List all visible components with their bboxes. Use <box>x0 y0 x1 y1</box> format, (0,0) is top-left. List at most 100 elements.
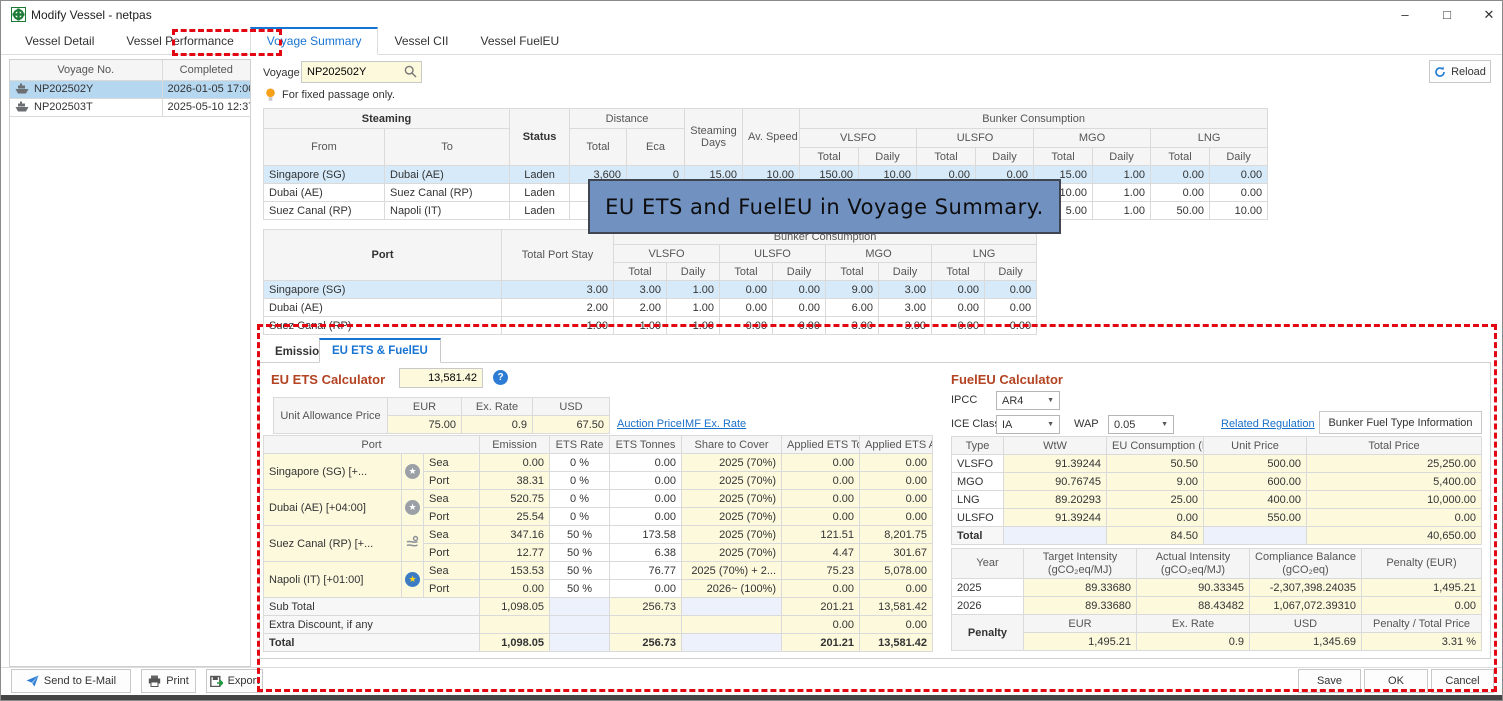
imf-ex-rate-link[interactable]: IMF Ex. Rate <box>682 418 746 430</box>
share-to-cover-cell[interactable]: 2025 (70%) <box>682 526 782 544</box>
bunker-cell: 0.00 <box>985 299 1037 317</box>
fuel-total-consumption: 84.50 <box>1107 527 1204 545</box>
tab-vessel-performance[interactable]: Vessel Performance <box>110 29 249 54</box>
bunker-cell: 0.00 <box>1151 166 1210 184</box>
blank-cell[interactable] <box>610 616 682 634</box>
port-cell: Singapore (SG) <box>264 281 502 299</box>
actual-intensity-cell: 90.33345 <box>1137 579 1250 597</box>
year-table-header: Compliance Balance(gCO₂eq) <box>1250 549 1362 579</box>
unit-price-cell[interactable]: 550.00 <box>1204 509 1307 527</box>
tab-vessel-fueleu[interactable]: Vessel FuelEU <box>465 29 576 54</box>
port-row[interactable]: Dubai (AE)2.002.001.000.000.006.003.000.… <box>264 299 1037 317</box>
bunker-cell: 0.00 <box>773 281 826 299</box>
share-to-cover-cell[interactable]: 2025 (70%) <box>682 454 782 472</box>
extra-discount-applied-tonnes: 0.00 <box>782 616 860 634</box>
blank-cell[interactable] <box>682 616 782 634</box>
share-to-cover-cell[interactable]: 2025 (70%) <box>682 490 782 508</box>
year-cell: 2026 <box>952 597 1024 615</box>
maximize-button[interactable]: □ <box>1440 7 1454 22</box>
share-to-cover-cell[interactable]: 2025 (70%) <box>682 508 782 526</box>
tab-voyage-summary[interactable]: Voyage Summary <box>250 27 379 55</box>
extra-discount-label: Extra Discount, if any <box>264 616 480 634</box>
search-icon[interactable] <box>404 65 417 78</box>
save-button[interactable]: Save <box>1298 669 1361 693</box>
unit-price-cell[interactable]: 600.00 <box>1204 473 1307 491</box>
applied-ets-amount-cell: 0.00 <box>860 508 933 526</box>
tab-vessel-cii[interactable]: Vessel CII <box>378 29 464 54</box>
usd-header: USD <box>533 398 610 416</box>
ets-subtotal-row: Sub Total1,098.05256.73201.2113,581.42 <box>264 598 933 616</box>
close-button[interactable]: ✕ <box>1482 7 1496 23</box>
ship-icon <box>15 83 29 94</box>
wap-select[interactable]: 0.05▼ <box>1108 415 1174 434</box>
bunker-fuel-type-info-button[interactable]: Bunker Fuel Type Information <box>1319 411 1482 434</box>
help-icon[interactable]: ? <box>493 370 508 385</box>
wtw-cell[interactable]: 89.20293 <box>1004 491 1107 509</box>
tab-eu-ets-fueleu[interactable]: EU ETS & FuelEU <box>319 338 441 363</box>
overlay-text: EU ETS and FuelEU in Voyage Summary. <box>605 195 1044 219</box>
wap-value: 0.05 <box>1114 419 1135 431</box>
eu-consumption-cell[interactable]: 9.00 <box>1107 473 1204 491</box>
reload-button[interactable]: Reload <box>1429 60 1491 83</box>
usd-value[interactable]: 67.50 <box>533 416 610 434</box>
voyage-list-row[interactable]: NP202502Y 2026-01-05 17:00 <box>10 80 250 98</box>
bunker-cell: 1.00 <box>1093 166 1151 184</box>
completed-header[interactable]: Completed <box>162 60 250 80</box>
auction-price-link[interactable]: Auction Price <box>617 418 682 430</box>
applied-ets-tonnes-cell: 4.47 <box>782 544 860 562</box>
emission-cell[interactable]: 347.16 <box>480 526 550 544</box>
share-to-cover-cell[interactable]: 2026~ (100%) <box>682 580 782 598</box>
ex-rate-value[interactable]: 0.9 <box>462 416 533 434</box>
sea-port-label: Sea <box>424 490 480 508</box>
chevron-down-icon: ▼ <box>1047 421 1054 428</box>
emission-cell[interactable]: 520.75 <box>480 490 550 508</box>
wtw-cell[interactable]: 90.76745 <box>1004 473 1107 491</box>
applied-ets-tonnes-cell: 0.00 <box>782 580 860 598</box>
related-regulation-link[interactable]: Related Regulation <box>1221 418 1315 430</box>
share-to-cover-cell[interactable]: 2025 (70%) + 2... <box>682 562 782 580</box>
emission-cell[interactable]: 12.77 <box>480 544 550 562</box>
tab-vessel-detail[interactable]: Vessel Detail <box>9 29 110 54</box>
bunker-cell: 0.00 <box>720 317 773 335</box>
voyage-list-row[interactable]: NP202503T 2025-05-10 12:37 <box>10 98 250 116</box>
eu-consumption-cell[interactable]: 50.50 <box>1107 455 1204 473</box>
fueleu-calculator-title: FuelEU Calculator <box>951 372 1063 387</box>
port-row[interactable]: Suez Canal (RP)1.001.001.000.000.003.003… <box>264 317 1037 335</box>
share-to-cover-cell[interactable]: 2025 (70%) <box>682 544 782 562</box>
blank-cell[interactable] <box>480 616 550 634</box>
fuel-row: ULSFO91.392440.00550.000.00 <box>952 509 1482 527</box>
emission-cell[interactable]: 0.00 <box>480 580 550 598</box>
ets-port-name: Napoli (IT) [+01:00] <box>264 562 402 598</box>
emission-cell[interactable]: 25.54 <box>480 508 550 526</box>
minimize-button[interactable]: – <box>1398 7 1412 22</box>
footer-divider <box>1 667 1503 668</box>
unit-price-cell[interactable]: 500.00 <box>1204 455 1307 473</box>
fuel-type-cell: MGO <box>952 473 1004 491</box>
emission-cell[interactable]: 153.53 <box>480 562 550 580</box>
share-to-cover-cell[interactable]: 2025 (70%) <box>682 472 782 490</box>
fuel-row: LNG89.2029325.00400.0010,000.00 <box>952 491 1482 509</box>
cancel-button[interactable]: Cancel <box>1431 669 1494 693</box>
total-port-stay-header: Total Port Stay <box>502 230 614 281</box>
ok-button[interactable]: OK <box>1364 669 1428 693</box>
send-to-email-button[interactable]: Send to E-Mail <box>11 669 131 693</box>
emission-cell[interactable]: 0.00 <box>480 454 550 472</box>
print-button[interactable]: Print <box>141 669 196 693</box>
port-row[interactable]: Singapore (SG)3.003.001.000.000.009.003.… <box>264 281 1037 299</box>
unit-price-cell[interactable]: 400.00 <box>1204 491 1307 509</box>
ets-port-name: Dubai (AE) [+04:00] <box>264 490 402 526</box>
bunker-cell: 0.00 <box>1210 184 1268 202</box>
eu-consumption-cell[interactable]: 25.00 <box>1107 491 1204 509</box>
ipcc-select[interactable]: AR4▼ <box>996 391 1060 410</box>
wtw-cell[interactable]: 91.39244 <box>1004 509 1107 527</box>
voyage-no-header[interactable]: Voyage No. <box>10 60 162 80</box>
ets-total-value-input[interactable] <box>399 368 483 388</box>
eur-value[interactable]: 75.00 <box>388 416 462 434</box>
export-button[interactable]: Export <box>206 669 263 693</box>
bunker-cell: 1.00 <box>667 281 720 299</box>
ice-class-select[interactable]: IA▼ <box>996 415 1060 434</box>
emission-cell[interactable]: 38.31 <box>480 472 550 490</box>
eu-consumption-cell[interactable]: 0.00 <box>1107 509 1204 527</box>
wtw-cell[interactable]: 91.39244 <box>1004 455 1107 473</box>
eu-port-icon: ★ <box>405 572 420 587</box>
